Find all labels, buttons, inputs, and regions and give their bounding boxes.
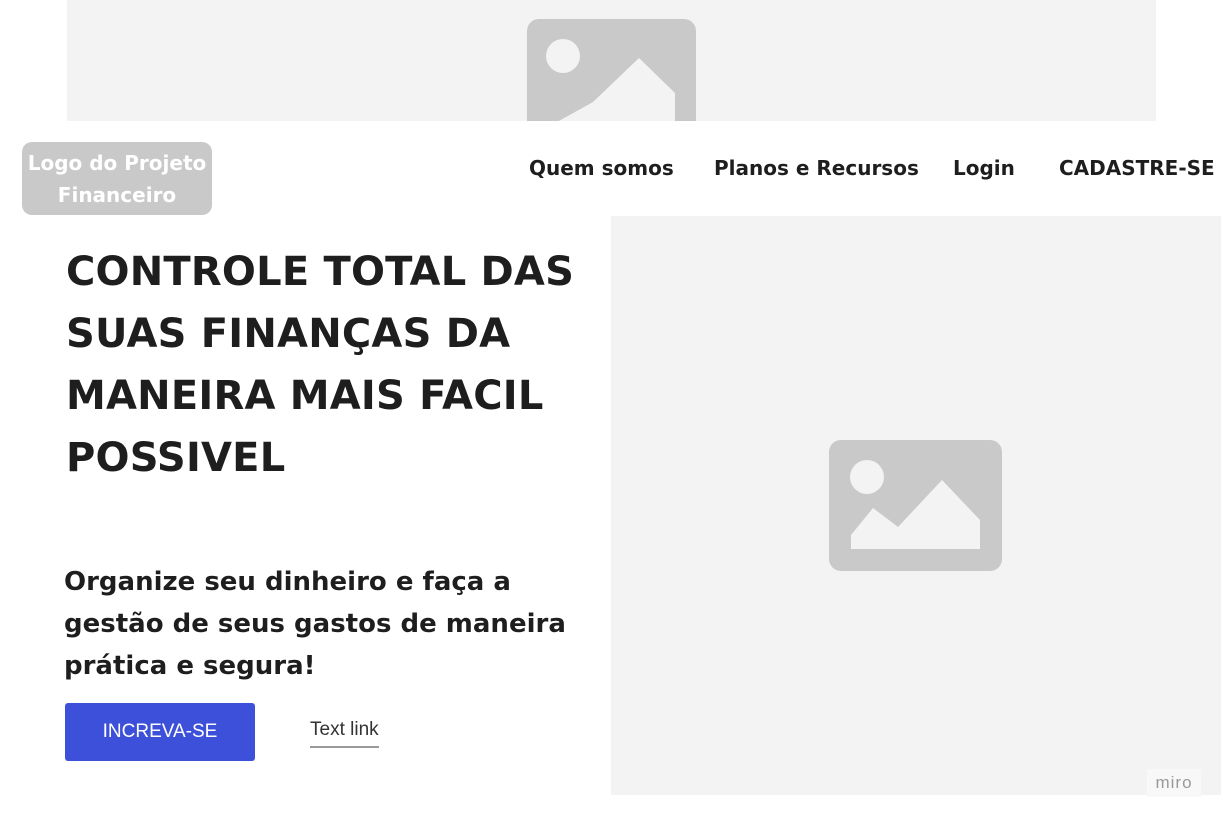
image-placeholder-icon [829,440,1002,571]
hero-image [611,216,1221,795]
nav-item-planos-e-recursos[interactable]: Planos e Recursos [714,152,919,184]
nav-item-login[interactable]: Login [953,152,1015,184]
hero-title: CONTROLE TOTAL DAS SUAS FINANÇAS DA MANE… [66,249,575,481]
nav-item-quem-somos[interactable]: Quem somos [529,152,674,184]
main-nav: Quem somos Planos e Recursos Login CADAS… [0,152,1221,184]
signup-button[interactable]: INCREVA-SE [65,703,255,761]
nav-item-cadastre-se[interactable]: CADASTRE-SE [1059,152,1215,184]
miro-watermark: miro [1147,769,1201,797]
text-link[interactable]: Text link [310,718,379,748]
image-placeholder-icon [527,19,696,121]
landing-page: Logo do Projeto Financeiro Quem somos Pl… [0,0,1221,818]
top-banner-image [67,0,1156,121]
hero-subtitle: Organize seu dinheiro e faça a gestão de… [64,567,566,681]
